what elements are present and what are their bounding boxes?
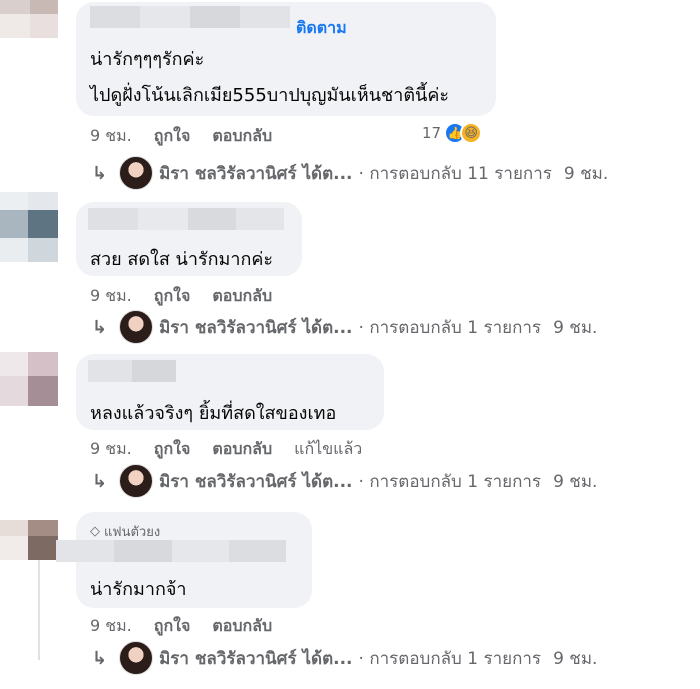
reply-summary[interactable]: ↳ มิรา ชลวิรัลวานิศร์ ได้ต... · การตอบกล…	[92, 156, 608, 190]
reply-arrow-icon: ↳	[92, 470, 108, 492]
avatar[interactable]	[119, 156, 154, 190]
comment-actions: 9 ชม. ถูกใจ ตอบกลับ	[90, 614, 294, 639]
top-fan-badge: ◇ แฟนตัวยง	[90, 521, 160, 542]
reply-time: 9 ชม.	[553, 471, 598, 492]
avatar[interactable]	[0, 352, 60, 412]
reply-count[interactable]: · การตอบกลับ 11 รายการ	[359, 160, 552, 187]
avatar[interactable]	[0, 0, 60, 40]
reply-count[interactable]: · การตอบกลับ 1 รายการ	[359, 314, 542, 341]
haha-icon: 😆	[460, 122, 483, 144]
reply-button[interactable]: ตอบกลับ	[212, 124, 272, 149]
thread-line	[38, 560, 40, 660]
reply-time: 9 ชม.	[553, 648, 598, 669]
avatar[interactable]	[119, 464, 154, 498]
avatar[interactable]	[119, 641, 154, 675]
reply-author[interactable]: มิรา ชลวิรัลวานิศร์ ได้ต...	[159, 160, 352, 187]
comment-time[interactable]: 9 ชม.	[90, 124, 132, 149]
commenter-name-blurred[interactable]	[90, 6, 290, 28]
comment-text: น่ารักมากจ้า	[90, 579, 187, 600]
commenter-name-blurred[interactable]	[88, 360, 176, 382]
like-button[interactable]: ถูกใจ	[154, 124, 191, 149]
reply-arrow-icon: ↳	[92, 647, 108, 669]
reply-author[interactable]: มิรา ชลวิรัลวานิศร์ ได้ต...	[159, 468, 352, 495]
like-button[interactable]: ถูกใจ	[154, 437, 191, 462]
reply-summary[interactable]: ↳ มิรา ชลวิรัลวานิศร์ ได้ต... · การตอบกล…	[92, 464, 597, 498]
reaction-count: 17	[422, 124, 442, 142]
commenter-name-blurred[interactable]	[88, 208, 284, 230]
like-button[interactable]: ถูกใจ	[154, 614, 191, 639]
avatar[interactable]	[0, 520, 60, 564]
comment-time[interactable]: 9 ชม.	[90, 437, 132, 462]
like-button[interactable]: ถูกใจ	[154, 284, 191, 309]
comment-actions: 9 ชม. ถูกใจ ตอบกลับ แก้ไขแล้ว	[90, 437, 384, 462]
badge-label: แฟนตัวยง	[104, 525, 161, 540]
follow-button[interactable]: ติดตาม	[296, 16, 347, 41]
comment-time[interactable]: 9 ชม.	[90, 284, 132, 309]
comment-actions: 9 ชม. ถูกใจ ตอบกลับ	[90, 284, 294, 309]
comment-actions: 9 ชม. ถูกใจ ตอบกลับ	[90, 124, 294, 149]
reply-count[interactable]: · การตอบกลับ 1 รายการ	[359, 468, 542, 495]
reply-button[interactable]: ตอบกลับ	[212, 437, 272, 462]
reply-button[interactable]: ตอบกลับ	[212, 284, 272, 309]
reply-time: 9 ชม.	[553, 317, 598, 338]
comment-text: สวย สดใส น่ารักมากค่ะ	[90, 249, 274, 270]
reply-button[interactable]: ตอบกลับ	[212, 614, 272, 639]
comment-text: น่ารักๆๆๆรักค่ะ	[90, 49, 205, 70]
reply-author[interactable]: มิรา ชลวิรัลวานิศร์ ได้ต...	[159, 314, 352, 341]
reply-arrow-icon: ↳	[92, 316, 108, 338]
comment-time[interactable]: 9 ชม.	[90, 614, 132, 639]
avatar[interactable]	[0, 192, 60, 264]
reply-author[interactable]: มิรา ชลวิรัลวานิศร์ ได้ต...	[159, 645, 352, 672]
edited-label: แก้ไขแล้ว	[294, 439, 363, 458]
avatar[interactable]	[119, 310, 154, 344]
comment-text: หลงแล้วจริงๆ ยิ้มที่สดใสของเทอ	[90, 403, 337, 424]
commenter-name-blurred[interactable]	[56, 540, 286, 562]
reply-summary[interactable]: ↳ มิรา ชลวิรัลวานิศร์ ได้ต... · การตอบกล…	[92, 641, 597, 675]
reply-time: 9 ชม.	[563, 163, 609, 184]
reply-count[interactable]: · การตอบกลับ 1 รายการ	[359, 645, 542, 672]
comment-text: ไปดูฝั่งโน้นเลิกเมีย555บาปบุญมันเห็นชาติ…	[90, 85, 450, 106]
diamond-icon: ◇	[90, 524, 100, 539]
reply-arrow-icon: ↳	[92, 162, 108, 184]
reply-summary[interactable]: ↳ มิรา ชลวิรัลวานิศร์ ได้ต... · การตอบกล…	[92, 310, 597, 344]
reaction-summary[interactable]: 17 👍 😆	[422, 122, 483, 144]
